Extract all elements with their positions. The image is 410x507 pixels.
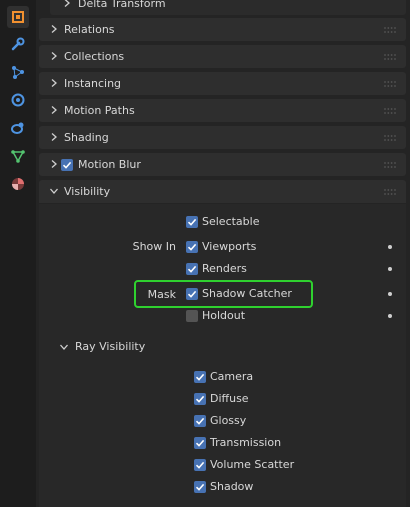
- ray-visibility-checkbox[interactable]: [194, 437, 206, 449]
- tab-particles[interactable]: [7, 61, 29, 83]
- show-in-label: Show In: [132, 240, 176, 253]
- shadow-catcher-label: Shadow Catcher: [202, 287, 292, 300]
- physics-icon: [11, 93, 25, 107]
- tab-constraints[interactable]: [7, 117, 29, 139]
- tab-physics[interactable]: [7, 89, 29, 111]
- chevron-down-icon: [49, 186, 59, 196]
- material-icon: [12, 178, 24, 190]
- drag-grip-icon[interactable]: [384, 53, 396, 61]
- subpanel-label: Delta Transform: [78, 0, 166, 10]
- panel-relations[interactable]: Relations: [39, 18, 406, 41]
- ray-visibility-label: Glossy: [210, 414, 247, 427]
- animate-property-dot[interactable]: [388, 267, 392, 271]
- chevron-right-icon: [62, 0, 72, 8]
- properties-tab-bar: [0, 0, 36, 507]
- ray-visibility-checkbox[interactable]: [194, 393, 206, 405]
- properties-editor: Delta Transform Relations Collections In…: [36, 0, 410, 507]
- ray-visibility-label: Camera: [210, 370, 254, 383]
- drag-grip-icon[interactable]: [384, 107, 396, 115]
- ray-visibility-checkbox[interactable]: [194, 415, 206, 427]
- ray-visibility-header[interactable]: Ray Visibility: [75, 340, 145, 353]
- panel-collections[interactable]: Collections: [39, 45, 406, 68]
- ray-visibility-checkbox[interactable]: [194, 459, 206, 471]
- ray-visibility-label: Volume Scatter: [210, 458, 295, 471]
- ray-visibility-label: Shadow: [210, 480, 254, 493]
- chevron-right-icon: [49, 105, 59, 115]
- chevron-right-icon: [49, 159, 59, 169]
- panel-motion-paths[interactable]: Motion Paths: [39, 99, 406, 122]
- object-properties-icon: [12, 11, 24, 23]
- panel-label: Relations: [64, 23, 115, 36]
- panel-label: Collections: [64, 50, 125, 63]
- ray-visibility-checkbox[interactable]: [194, 481, 206, 493]
- ray-visibility-label: Diffuse: [210, 392, 249, 405]
- renders-checkbox[interactable]: [186, 263, 198, 275]
- particles-icon: [12, 66, 24, 79]
- animate-property-dot[interactable]: [388, 314, 392, 318]
- modifier-wrench-icon: [11, 37, 25, 51]
- chevron-down-icon[interactable]: [59, 342, 69, 352]
- animate-property-dot[interactable]: [388, 292, 392, 296]
- shadow-catcher-checkbox[interactable]: [186, 288, 198, 300]
- tab-object-properties[interactable]: [7, 6, 29, 28]
- chevron-right-icon: [49, 24, 59, 34]
- subpanel-delta-transform[interactable]: Delta Transform: [50, 0, 406, 15]
- panel-label: Motion Paths: [64, 104, 135, 117]
- mask-label: Mask: [147, 288, 176, 301]
- panel-instancing[interactable]: Instancing: [39, 72, 406, 95]
- chevron-right-icon: [49, 78, 59, 88]
- viewports-checkbox[interactable]: [186, 241, 198, 253]
- tab-object-data[interactable]: [7, 145, 29, 167]
- drag-grip-icon[interactable]: [384, 134, 396, 142]
- constraints-icon: [11, 122, 24, 134]
- panel-label: Shading: [64, 131, 109, 144]
- ray-visibility-checkbox[interactable]: [194, 371, 206, 383]
- holdout-label: Holdout: [202, 309, 246, 322]
- drag-grip-icon[interactable]: [384, 80, 396, 88]
- tab-modifiers[interactable]: [7, 33, 29, 55]
- animate-property-dot[interactable]: [388, 245, 392, 249]
- drag-grip-icon[interactable]: [384, 26, 396, 34]
- panel-shading[interactable]: Shading: [39, 126, 406, 149]
- renders-label: Renders: [202, 262, 247, 275]
- holdout-checkbox[interactable]: [186, 310, 198, 322]
- panel-label: Motion Blur: [78, 158, 141, 171]
- object-data-mesh-icon: [11, 150, 25, 163]
- selectable-checkbox[interactable]: [186, 216, 198, 228]
- selectable-label: Selectable: [202, 215, 260, 228]
- panel-label: Instancing: [64, 77, 122, 90]
- motion-blur-checkbox[interactable]: [61, 159, 73, 171]
- panel-motion-blur[interactable]: Motion Blur: [39, 153, 406, 176]
- panel-label: Visibility: [64, 185, 111, 198]
- drag-grip-icon[interactable]: [384, 161, 396, 169]
- viewports-label: Viewports: [202, 240, 257, 253]
- chevron-right-icon: [49, 51, 59, 61]
- chevron-right-icon: [49, 132, 59, 142]
- panel-visibility[interactable]: Visibility: [39, 180, 406, 203]
- ray-visibility-label: Transmission: [210, 436, 282, 449]
- drag-grip-icon[interactable]: [384, 188, 396, 196]
- tab-material[interactable]: [7, 173, 29, 195]
